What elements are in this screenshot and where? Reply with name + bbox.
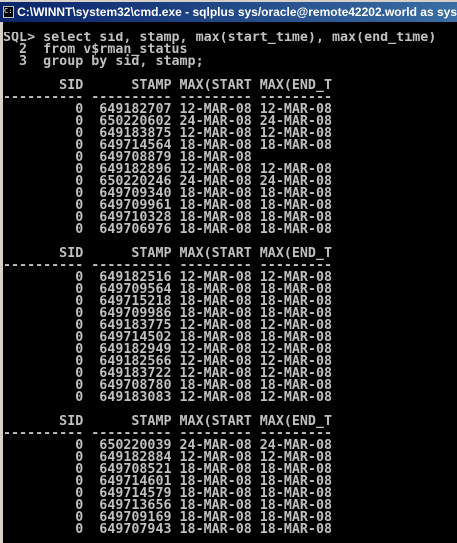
table-row: 0 649706976 18-MAR-08 18-MAR-08 (3, 222, 332, 237)
cmd-icon: C:\ (3, 6, 15, 18)
table-row: 0 649707943 18-MAR-08 18-MAR-08 (3, 522, 332, 537)
window-titlebar[interactable]: C:\ C:\WINNT\system32\cmd.exe - sqlplus … (0, 0, 457, 22)
window-title: C:\WINNT\system32\cmd.exe - sqlplus sys/… (17, 5, 457, 19)
console-output[interactable]: SQL> select sid, stamp, max(start_time),… (3, 32, 457, 543)
sql-query-line: 3 group by sid, stamp; (3, 54, 204, 69)
table-row: 0 649183083 12-MAR-08 12-MAR-08 (3, 390, 332, 405)
